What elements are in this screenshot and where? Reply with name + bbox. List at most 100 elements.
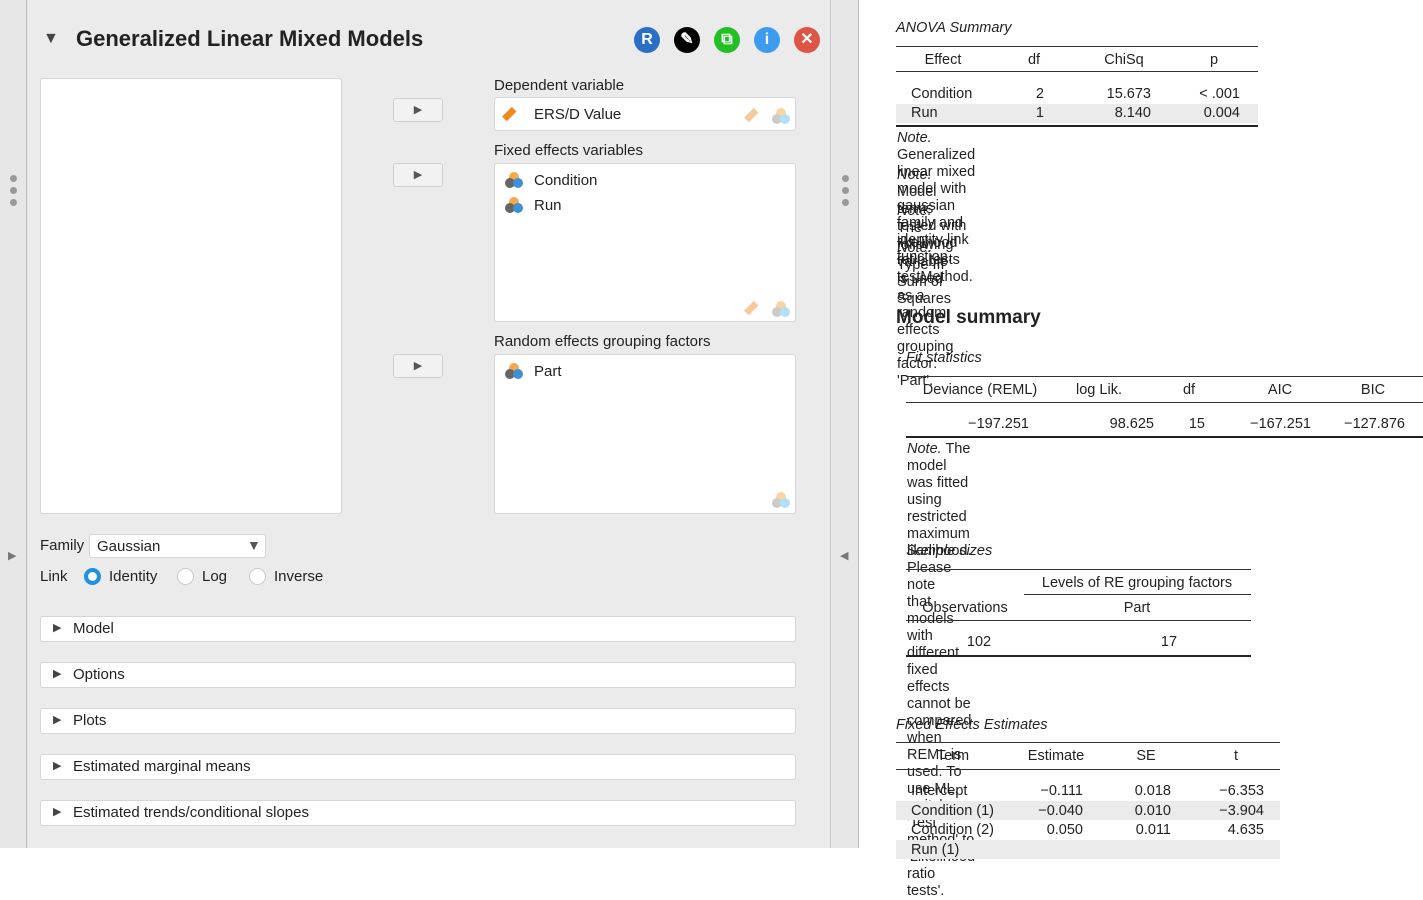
link-label: Link [40, 568, 68, 585]
move-to-dependent-button[interactable]: ▶ [393, 98, 443, 122]
analysis-title: Generalized Linear Mixed Models [76, 26, 424, 51]
column-header: log Lik. [1076, 382, 1122, 398]
fixed-effects-box[interactable]: Condition Run ▮ [494, 163, 796, 322]
expand-icon: ▶ [53, 622, 62, 634]
table-cell: 2 [1035, 86, 1044, 102]
ruler-icon: ▮ [741, 103, 763, 125]
table-cell: 0.011 [1135, 822, 1171, 838]
move-to-random-button[interactable]: ▶ [393, 354, 443, 378]
continuous-variable-icon: ▮ [499, 102, 521, 124]
analysis-options-area: ▶ ◀ ▼ Generalized Linear Mixed Models R ✎… [0, 0, 859, 848]
table-cell: −0.040 [1038, 802, 1083, 819]
fixed-effects-label: Fixed effects variables [494, 142, 643, 159]
expand-icon: ▶ [53, 806, 62, 818]
expand-left-icon[interactable]: ▶ [8, 549, 16, 562]
table-cell: 0.010 [1134, 802, 1171, 819]
section-estimated-trends[interactable]: ▶ Estimated trends/conditional slopes [40, 800, 796, 826]
divider [896, 769, 1280, 770]
divider [1024, 594, 1251, 595]
available-variables-list[interactable] [40, 78, 342, 514]
collapse-panel-icon[interactable]: ◀ [840, 549, 848, 562]
resize-handle[interactable] [10, 175, 17, 211]
table-cell: 0.050 [1046, 822, 1083, 838]
column-header: AIC [1267, 382, 1293, 398]
divider [896, 46, 1258, 47]
fixed-variable-item[interactable]: Run [534, 197, 562, 214]
table-cell: Run [911, 105, 938, 121]
section-label: Options [73, 666, 125, 683]
anova-title: ANOVA Summary [896, 20, 1012, 36]
section-estimated-marginal-means[interactable]: ▶ Estimated marginal means [40, 754, 796, 780]
column-header: Observations [922, 600, 1008, 616]
column-header: BIC [1360, 382, 1386, 398]
table-cell: Run (1) [911, 841, 960, 858]
chevron-down-icon: ▼ [247, 537, 261, 553]
section-options[interactable]: ▶ Options [40, 662, 796, 688]
r-syntax-icon[interactable]: R [634, 27, 660, 53]
close-icon[interactable]: ✕ [794, 27, 820, 53]
duplicate-icon[interactable]: ⧉ [714, 27, 740, 53]
section-model[interactable]: ▶ Model [40, 616, 796, 642]
family-dropdown[interactable]: Gaussian ▼ [89, 534, 266, 558]
collapse-analysis-icon[interactable]: ▼ [43, 30, 59, 48]
link-log-radio[interactable] [177, 568, 194, 585]
nominal-icon [505, 172, 523, 190]
section-label: Estimated marginal means [73, 758, 251, 775]
table-cell: −6.353 [1219, 783, 1264, 799]
table-cell: 8.140 [1114, 105, 1151, 121]
column-superheader: Levels of RE grouping factors [1041, 575, 1233, 591]
resize-handle[interactable] [842, 175, 849, 211]
divider [896, 125, 1258, 127]
divider [906, 569, 1251, 570]
table-cell: −197.251 [968, 416, 1029, 432]
table-cell: 4.635 [1227, 822, 1264, 838]
sample-sizes-title: Sample sizes [906, 543, 993, 559]
random-variable-item[interactable]: Part [534, 363, 562, 380]
column-header: SE [1136, 748, 1156, 764]
section-plots[interactable]: ▶ Plots [40, 708, 796, 734]
edit-icon[interactable]: ✎ [674, 27, 700, 53]
move-to-fixed-button[interactable]: ▶ [393, 163, 443, 187]
section-label: Plots [73, 712, 107, 729]
table-cell: 15.673 [1106, 86, 1151, 102]
table-cell: 102 [966, 634, 992, 650]
column-header: ChiSq [1104, 52, 1144, 68]
link-inverse-radio[interactable] [249, 568, 266, 585]
column-header: df [1182, 382, 1196, 398]
table-cell: Condition (1) [911, 802, 995, 819]
nominal-icon [505, 197, 523, 215]
dependent-variable-box[interactable]: ▮ ERS/D Value ▮ [494, 97, 796, 131]
table-cell: < .001 [1199, 86, 1240, 102]
column-header: Effect [924, 52, 962, 68]
random-effects-label: Random effects grouping factors [494, 333, 711, 350]
column-header: p [1209, 52, 1219, 68]
link-inverse-label[interactable]: Inverse [274, 568, 323, 585]
info-icon[interactable]: i [754, 27, 780, 53]
nominal-icon [772, 492, 790, 510]
table-cell: −127.876 [1344, 416, 1405, 432]
nominal-icon [772, 301, 790, 319]
splitter: ◀ [832, 0, 859, 848]
table-cell: 17 [1160, 634, 1178, 650]
table-cell: 15 [1188, 416, 1205, 432]
table-cell: Condition (2) [911, 822, 995, 838]
fixed-variable-item[interactable]: Condition [534, 172, 597, 189]
link-identity-label[interactable]: Identity [109, 568, 157, 585]
dependent-label: Dependent variable [494, 77, 625, 94]
table-cell: 1 [1035, 105, 1044, 121]
anova-note: Note. Type III Sum of Squares [897, 240, 952, 307]
table-cell: −3.904 [1219, 802, 1264, 819]
table-cell: 98.625 [1109, 416, 1154, 432]
link-log-label[interactable]: Log [202, 568, 227, 585]
divider [906, 655, 1251, 657]
column-header: Deviance (REML) [922, 382, 1038, 398]
column-header: df [1027, 52, 1041, 68]
random-effects-box[interactable]: Part [494, 354, 796, 514]
divider [896, 71, 1258, 72]
dependent-variable-item[interactable]: ERS/D Value [534, 106, 621, 123]
ruler-icon: ▮ [741, 296, 763, 318]
link-identity-radio[interactable] [84, 568, 101, 585]
fixed-estimates-title: Fixed Effects Estimates [896, 717, 1048, 733]
nominal-icon [505, 363, 523, 381]
expand-icon: ▶ [53, 760, 62, 772]
